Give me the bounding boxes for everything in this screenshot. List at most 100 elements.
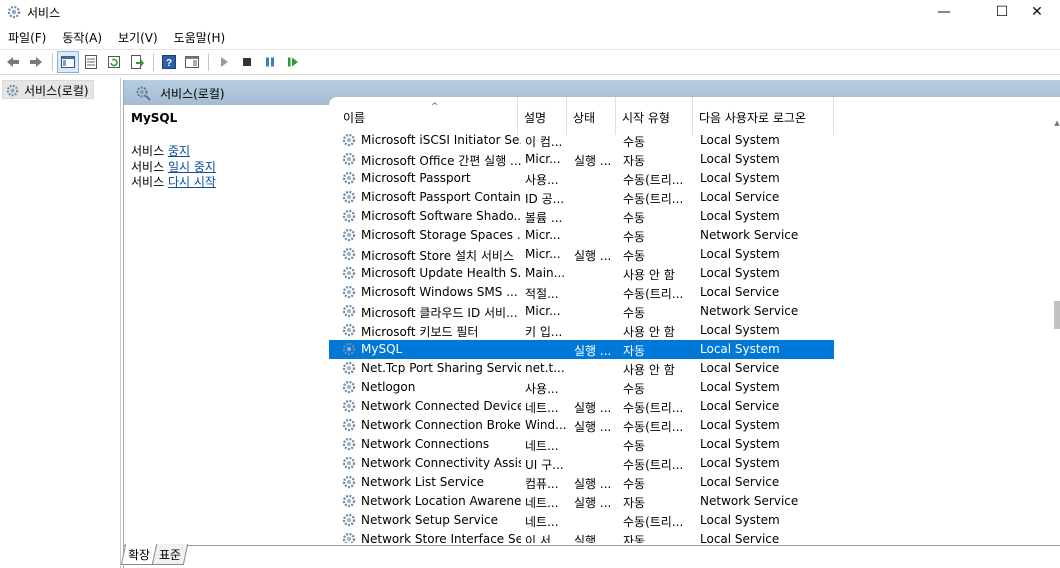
view-tabs: 확장 표준 — [120, 544, 189, 565]
show-hide-console-tree-button[interactable] — [57, 51, 79, 73]
scrollbar-thumb[interactable] — [1054, 301, 1060, 329]
forward-arrow-icon — [30, 57, 42, 67]
toolbar: ? — [0, 49, 1060, 75]
service-gear-icon — [341, 417, 357, 433]
help-icon: ? — [162, 55, 176, 69]
stop-service-button[interactable] — [236, 51, 258, 73]
svg-text:?: ? — [166, 58, 172, 69]
status-cell: 실행 ... — [574, 344, 612, 358]
logon-as-cell: Network Service — [700, 494, 799, 508]
description-cell: 키 입... — [525, 325, 563, 339]
startup-type-cell: 수동(트리... — [623, 458, 684, 472]
table-row[interactable]: Microsoft Windows SMS ... 적절... 수동(트리... Lo… — [329, 283, 834, 302]
properties-icon — [85, 55, 97, 69]
table-row[interactable]: Network Connections 네트... 수동 Local System — [329, 435, 834, 454]
startup-type-cell: 수동 — [623, 230, 646, 244]
table-row[interactable]: Network Location Awareness 네트... 실행 ... 자동 N… — [329, 492, 834, 511]
services-gear-icon — [7, 5, 21, 19]
logon-as-cell: Local Service — [700, 190, 780, 204]
service-gear-icon — [341, 170, 357, 186]
status-cell: 실행 ... — [574, 534, 612, 543]
column-header-logon-as[interactable]: 다음 사용자로 로그온 — [693, 97, 834, 135]
restart-service-link[interactable]: 다시 시작 — [168, 175, 216, 189]
logon-as-cell: Local System — [700, 380, 780, 394]
help-button[interactable]: ? — [158, 51, 180, 73]
status-cell: 실행 ... — [574, 401, 612, 415]
tab-standard[interactable]: 표준 — [151, 544, 189, 565]
tree-item-services-local[interactable]: 서비스(로컬) — [2, 80, 94, 99]
back-button[interactable] — [2, 51, 24, 73]
table-row[interactable]: Microsoft 키보드 필터 키 입... 사용 안 함 Local System — [329, 321, 834, 340]
stop-service-link[interactable]: 중지 — [168, 144, 190, 158]
description-cell: net.t... — [525, 361, 565, 375]
table-row[interactable]: Microsoft iSCSI Initiator Se... 이 컴... 수동 L… — [329, 131, 834, 150]
toolbar-separator — [208, 53, 209, 71]
table-row[interactable]: MySQL 실행 ... 자동 Local System — [329, 340, 834, 359]
startup-type-cell: 수동 — [623, 135, 646, 149]
table-row[interactable]: Microsoft Office 간편 실행 ... Micr... 실행 ... 자… — [329, 150, 834, 169]
description-cell: 볼륨 ... — [525, 211, 563, 225]
service-gear-icon — [341, 531, 357, 543]
export-list-icon — [131, 55, 144, 69]
service-name-cell: Network Store Interface Se... — [361, 532, 521, 543]
menu-view[interactable]: 보기(V) — [110, 26, 166, 46]
startup-type-cell: 자동 — [623, 534, 646, 543]
pause-service-link[interactable]: 일시 중지 — [168, 160, 216, 174]
table-row[interactable]: Net.Tcp Port Sharing Service net.t... 사용 안… — [329, 359, 834, 378]
service-gear-icon — [341, 208, 357, 224]
table-row[interactable]: Network List Service 컴퓨... 실행 ... 수동 Local S… — [329, 473, 834, 492]
table-row[interactable]: Microsoft Passport 사용... 수동(트리... Local Sys… — [329, 169, 834, 188]
services-list: ^ 이름 설명 상태 시작 유형 다음 사용자로 로그온 Microsoft i… — [329, 97, 1060, 543]
scroll-up-icon[interactable]: ▲ — [1053, 119, 1060, 129]
table-row[interactable]: Network Connectivity Assis... UI 구... 수동(트… — [329, 454, 834, 473]
table-row[interactable]: Network Connection Broker Wind... 실행 ... 수동… — [329, 416, 834, 435]
logon-as-cell: Local System — [700, 456, 780, 470]
column-header-label: 상태 — [573, 111, 596, 125]
table-row[interactable]: Microsoft Passport Container ID 공... 수동(트리… — [329, 188, 834, 207]
services-gear-icon — [6, 84, 19, 96]
column-header-description[interactable]: 설명 — [518, 97, 567, 135]
table-row[interactable]: Network Store Interface Se... 이 서... 실행 ..… — [329, 530, 834, 543]
table-row[interactable]: Microsoft Update Health S... Main... 사용 안 … — [329, 264, 834, 283]
export-list-button[interactable] — [126, 51, 148, 73]
menu-action[interactable]: 동작(A) — [54, 26, 110, 46]
menu-file[interactable]: 파일(F) — [0, 26, 54, 46]
start-service-button[interactable] — [213, 51, 235, 73]
properties-button[interactable] — [80, 51, 102, 73]
table-row[interactable]: Network Setup Service 네트... 수동(트리... Local … — [329, 511, 834, 530]
table-row[interactable]: Microsoft Software Shado... 볼륨 ... 수동 Local… — [329, 207, 834, 226]
forward-button[interactable] — [25, 51, 47, 73]
tab-strip-line — [123, 545, 1060, 546]
logon-as-cell: Local System — [700, 133, 780, 147]
column-header-status[interactable]: 상태 — [567, 97, 616, 135]
action-prefix: 서비스 — [131, 144, 168, 158]
tab-label: 표준 — [159, 548, 182, 562]
description-cell: 사용... — [525, 382, 559, 396]
service-name-cell: Network List Service — [361, 475, 485, 489]
table-row[interactable]: Netlogon 사용... 수동 Local System — [329, 378, 834, 397]
service-name-cell: Microsoft 키보드 필터 — [361, 325, 479, 339]
menu-help[interactable]: 도움말(H) — [166, 26, 234, 46]
logon-as-cell: Local System — [700, 152, 780, 166]
description-cell: UI 구... — [525, 458, 564, 472]
logon-as-cell: Local System — [700, 209, 780, 223]
pause-service-button[interactable] — [259, 51, 281, 73]
service-gear-icon — [341, 322, 357, 338]
minimize-button[interactable]: — — [921, 0, 967, 24]
close-button[interactable]: ✕ — [1014, 0, 1060, 24]
show-pane-button[interactable] — [181, 51, 203, 73]
column-header-startup-type[interactable]: 시작 유형 — [616, 97, 693, 135]
vertical-scrollbar[interactable]: ▲ ▼ — [1053, 119, 1060, 543]
column-header-name[interactable]: ^ 이름 — [337, 97, 518, 135]
description-cell: Wind... — [525, 418, 567, 432]
table-row[interactable]: Network Connected Device... 네트... 실행 ... 수동… — [329, 397, 834, 416]
play-icon — [221, 57, 228, 67]
table-row[interactable]: Microsoft Store 설치 서비스 Micr... 실행 ... 수동 Loc… — [329, 245, 834, 264]
logon-as-cell: Local System — [700, 266, 780, 280]
table-row[interactable]: Microsoft Storage Spaces ... Micr... 수동 Net… — [329, 226, 834, 245]
tab-label: 확장 — [128, 548, 151, 562]
logon-as-cell: Local Service — [700, 532, 780, 543]
table-row[interactable]: Microsoft 클라우드 ID 서비... Micr... 수동 Network … — [329, 302, 834, 321]
restart-service-button[interactable] — [282, 51, 304, 73]
refresh-button[interactable] — [103, 51, 125, 73]
